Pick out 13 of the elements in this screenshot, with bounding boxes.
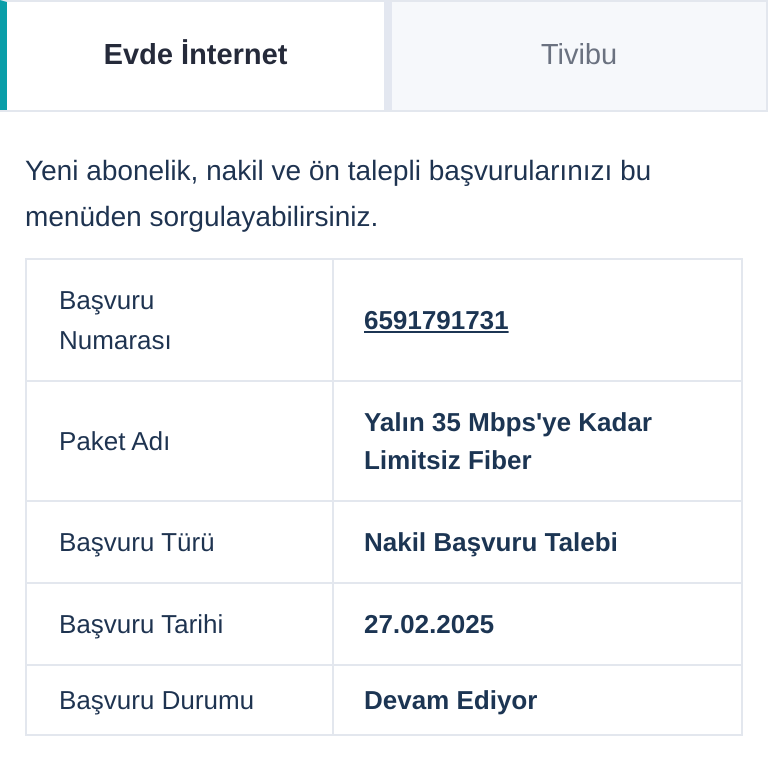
table-cell: Başvuru Numarası: [27, 260, 334, 380]
table-cell-text: Yalın 35 Mbps'ye Kadar Limitsiz Fiber: [364, 406, 653, 477]
table-cell: Başvuru Durumu: [27, 666, 334, 734]
table-cell: Başvuru Türü: [27, 502, 334, 582]
application-number-link[interactable]: 6591791731: [364, 300, 509, 340]
tab[interactable]: Evde İnternet: [0, 0, 384, 110]
table-cell: Başvuru Tarihi: [27, 584, 334, 664]
table-cell-text: 27.02.2025: [364, 608, 496, 641]
table-cell: Paket Adı: [27, 382, 334, 500]
table-cell-text: Devam Ediyor: [364, 684, 538, 717]
intro-text: Yeni abonelik, nakil ve ön talepli başvurularınızı bu menüden sorgulayabilirsiniz.: [25, 154, 652, 234]
tab[interactable]: Tivibu: [384, 0, 768, 110]
table-cell-text: Nakil Başvuru Talebi: [364, 526, 619, 559]
